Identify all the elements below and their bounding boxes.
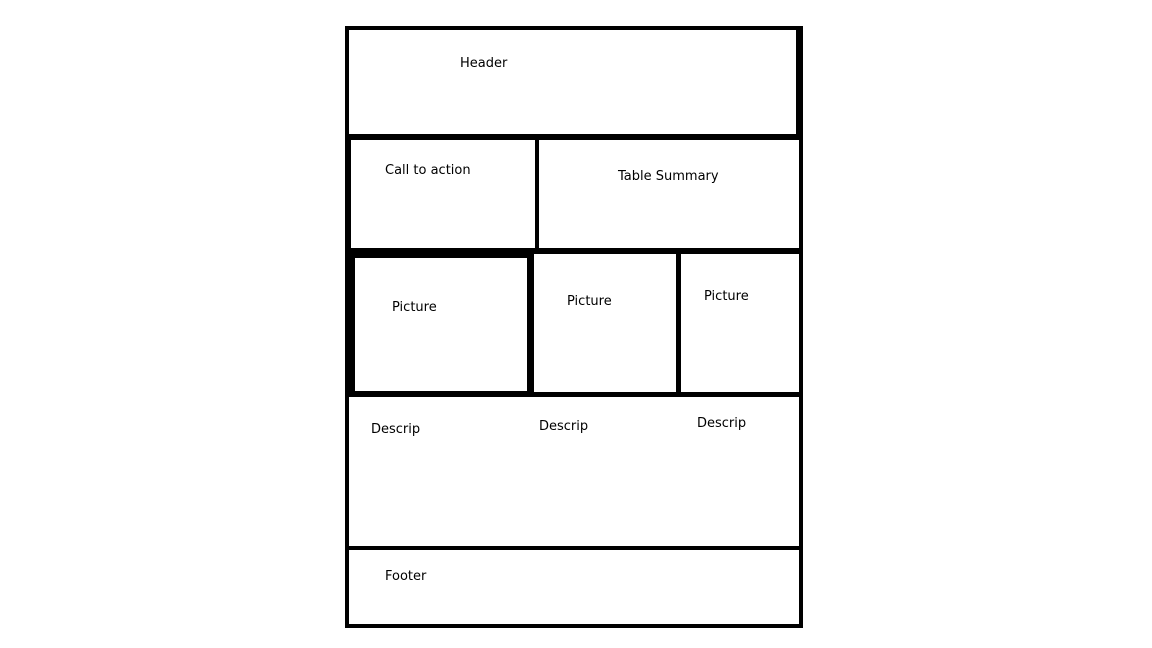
call-to-action-label: Call to action (385, 163, 471, 178)
picture-label-1: Picture (392, 300, 437, 315)
description-label-2: Descrip (539, 419, 589, 434)
call-to-action-section (347, 136, 539, 252)
picture-box-2 (530, 250, 681, 396)
header-label: Header (460, 56, 508, 71)
picture-box-1 (349, 252, 533, 397)
picture-label-3: Picture (704, 289, 749, 304)
description-label-3: Descrip (697, 416, 747, 431)
footer-label: Footer (385, 569, 427, 584)
picture-box-3 (676, 250, 803, 396)
footer-section (345, 546, 803, 628)
table-summary-label: Table Summary (618, 169, 719, 184)
header-section (345, 26, 803, 138)
description-label-1: Descrip (371, 422, 421, 437)
table-summary-section (535, 136, 803, 252)
picture-label-2: Picture (567, 294, 612, 309)
